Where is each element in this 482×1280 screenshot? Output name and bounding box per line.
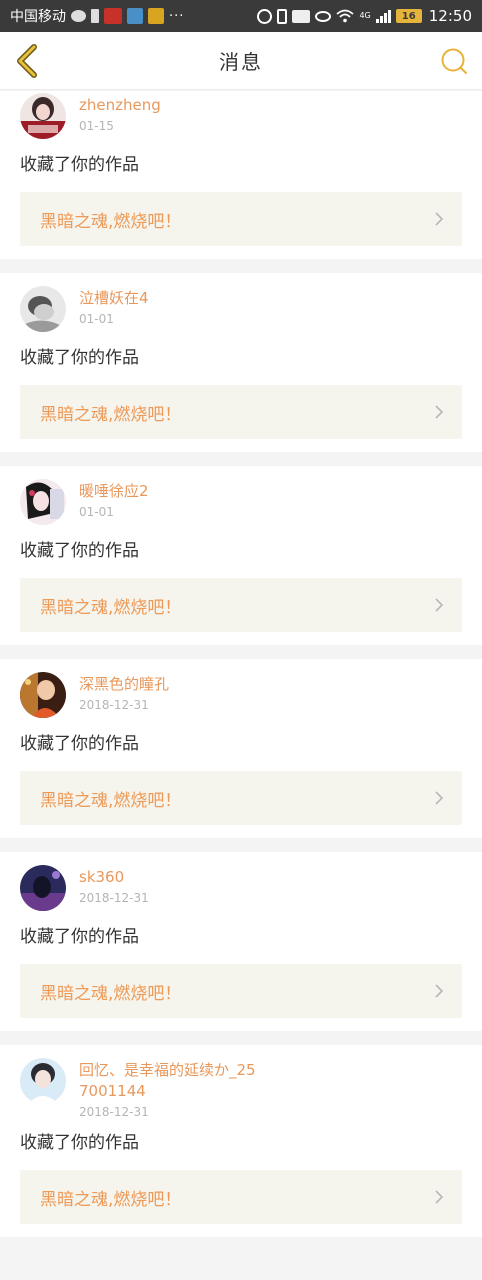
work-link[interactable]: 黑暗之魂,燃烧吧！ [20,385,462,439]
message-date: 01-15 [79,119,114,133]
message-date: 01-01 [79,312,114,326]
work-link[interactable]: 黑暗之魂,燃烧吧！ [20,771,462,825]
vibrate-icon [277,8,288,24]
action-text: 收藏了你的作品 [20,541,139,561]
action-text: 收藏了你的作品 [20,927,139,947]
message-date: 2018-12-31 [79,698,149,712]
avatar[interactable] [20,479,66,525]
message-card: 回忆、是幸福的延续か_257001144 2018-12-31 收藏了你的作品 … [0,1045,482,1237]
clock: 12:50 [428,7,472,25]
work-link[interactable]: 黑暗之魂,燃烧吧！ [20,192,462,246]
username[interactable]: 泣槽妖在4 [79,288,149,309]
work-link[interactable]: 黑暗之魂,燃烧吧！ [20,578,462,632]
chevron-right-icon [435,598,444,612]
battery-saver-icon [91,9,99,23]
search-icon [441,48,467,74]
message-card: 暖唾徐应2 01-01 收藏了你的作品 黑暗之魂,燃烧吧！ [0,466,482,645]
work-title: 黑暗之魂,燃烧吧！ [40,1189,182,1210]
message-date: 01-01 [79,505,114,519]
app-notification-icon [148,8,164,24]
wifi-icon [336,9,355,23]
work-title: 黑暗之魂,燃烧吧！ [40,404,182,425]
username[interactable]: zhenzheng [79,95,161,116]
message-list[interactable]: zhenzheng 01-15 收藏了你的作品 黑暗之魂,燃烧吧！ 泣槽妖在4 … [0,91,482,1280]
action-text: 收藏了你的作品 [20,1133,139,1153]
chevron-right-icon [435,212,444,226]
chevron-right-icon [435,405,444,419]
eye-comfort-icon [315,10,332,22]
message-card: 泣槽妖在4 01-01 收藏了你的作品 黑暗之魂,燃烧吧！ [0,273,482,452]
work-link[interactable]: 黑暗之魂,燃烧吧！ [20,964,462,1018]
chevron-right-icon [435,1190,444,1204]
back-button[interactable] [10,43,44,79]
avatar[interactable] [20,286,66,332]
news-app-icon [104,8,122,24]
chevron-right-icon [435,984,444,998]
signal-icon [375,9,391,23]
work-title: 黑暗之魂,燃烧吧！ [40,983,182,1004]
message-date: 2018-12-31 [79,1105,149,1119]
work-title: 黑暗之魂,燃烧吧！ [40,597,182,618]
chevron-right-icon [435,791,444,805]
battery-icon: 16 [395,9,422,23]
data-saver-icon [257,8,273,24]
page-title: 消息 [219,50,263,74]
username[interactable]: 回忆、是幸福的延续か_257001144 [79,1060,259,1102]
carrier-label: 中国移动 [10,9,66,25]
avatar[interactable] [20,93,66,139]
hd-voice-icon [292,9,311,23]
avatar[interactable] [20,1058,66,1104]
avatar[interactable] [20,865,66,911]
avatar[interactable] [20,672,66,718]
username[interactable]: 深黑色的瞳孔 [79,674,169,695]
chevron-left-icon [17,44,37,78]
status-bar: 中国移动 ··· 4G 16 12:50 [0,0,482,32]
network-type-label: 4G [359,11,371,20]
username[interactable]: sk360 [79,867,149,888]
action-text: 收藏了你的作品 [20,155,139,175]
wechat-icon [71,10,86,22]
username[interactable]: 暖唾徐应2 [79,481,149,502]
more-notifications-icon: ··· [169,8,185,24]
message-card: zhenzheng 01-15 收藏了你的作品 黑暗之魂,燃烧吧！ [0,91,482,259]
action-text: 收藏了你的作品 [20,734,139,754]
message-date: 2018-12-31 [79,891,149,905]
work-title: 黑暗之魂,燃烧吧！ [40,790,182,811]
work-link[interactable]: 黑暗之魂,燃烧吧！ [20,1170,462,1224]
app-header: 消息 [0,32,482,90]
browser-app-icon [127,8,143,24]
action-text: 收藏了你的作品 [20,348,139,368]
search-button[interactable] [438,45,470,77]
message-card: sk360 2018-12-31 收藏了你的作品 黑暗之魂,燃烧吧！ [0,852,482,1031]
message-card: 深黑色的瞳孔 2018-12-31 收藏了你的作品 黑暗之魂,燃烧吧！ [0,659,482,838]
work-title: 黑暗之魂,燃烧吧！ [40,211,182,232]
